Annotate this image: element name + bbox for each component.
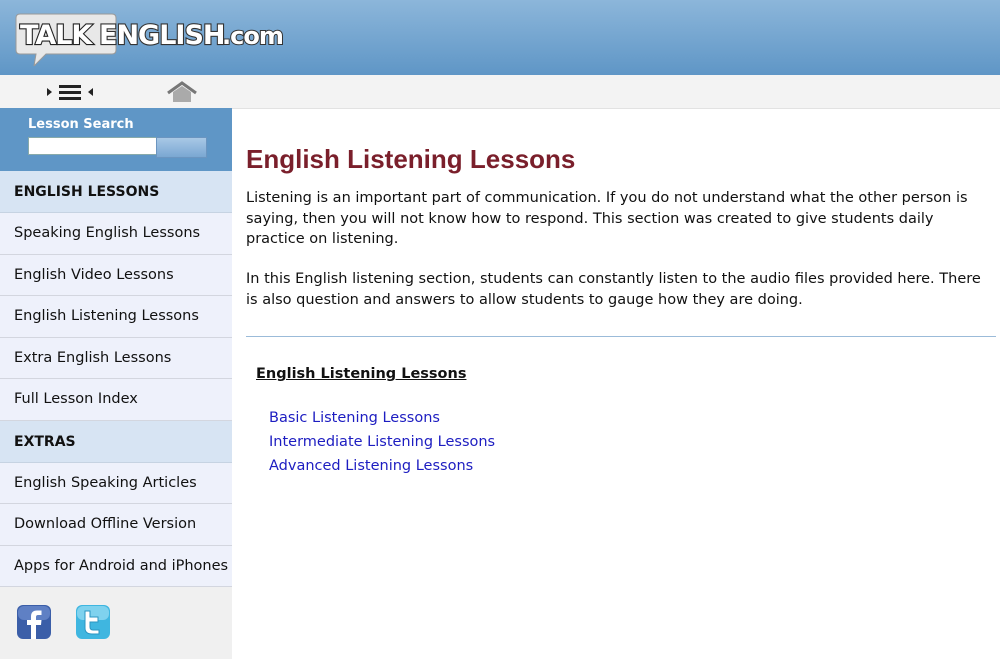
intro-paragraph: Listening is an important part of commun…	[246, 190, 968, 247]
sidebar-header-english-lessons: ENGLISH LESSONS	[0, 171, 232, 213]
description-paragraph: In this English listening section, stude…	[246, 271, 981, 308]
search-label: Lesson Search	[28, 117, 134, 132]
sidebar-item-articles[interactable]: English Speaking Articles	[0, 462, 232, 504]
link-intermediate-listening[interactable]: Intermediate Listening Lessons	[269, 432, 495, 456]
social-links	[0, 590, 232, 659]
section-title: English Listening Lessons	[256, 366, 467, 382]
nav-bar	[0, 75, 1000, 109]
home-icon[interactable]	[166, 81, 198, 103]
menu-arrows-icon[interactable]	[46, 83, 96, 101]
lesson-links: Basic Listening Lessons Intermediate Lis…	[269, 408, 495, 480]
sidebar-item-offline[interactable]: Download Offline Version	[0, 504, 232, 546]
sidebar-item-video[interactable]: English Video Lessons	[0, 254, 232, 296]
sidebar-header-extras: EXTRAS	[0, 420, 232, 463]
search-input[interactable]	[28, 137, 158, 155]
link-advanced-listening[interactable]: Advanced Listening Lessons	[269, 456, 495, 480]
sidebar: Lesson Search ENGLISH LESSONS Speaking E…	[0, 108, 232, 659]
page-title: English Listening Lessons	[246, 144, 576, 174]
sidebar-item-extra[interactable]: Extra English Lessons	[0, 337, 232, 379]
lesson-search: Lesson Search	[0, 108, 232, 171]
sidebar-item-speaking[interactable]: Speaking English Lessons	[0, 213, 232, 255]
sidebar-menu: ENGLISH LESSONS Speaking English Lessons…	[0, 171, 232, 587]
site-logo[interactable]: TALK ENGLISH .com	[12, 10, 302, 66]
facebook-icon[interactable]	[17, 605, 51, 639]
sidebar-item-apps[interactable]: Apps for Android and iPhones	[0, 545, 232, 587]
sidebar-item-listening[interactable]: English Listening Lessons	[0, 296, 232, 338]
link-basic-listening[interactable]: Basic Listening Lessons	[269, 408, 495, 432]
svg-text:TALK: TALK	[20, 20, 93, 51]
svg-text:.com: .com	[222, 22, 283, 50]
site-header: TALK ENGLISH .com	[0, 0, 1000, 75]
sidebar-item-full-index[interactable]: Full Lesson Index	[0, 379, 232, 421]
svg-text:ENGLISH: ENGLISH	[99, 20, 225, 51]
search-button[interactable]	[156, 137, 207, 158]
twitter-icon[interactable]	[76, 605, 110, 639]
divider	[246, 336, 996, 337]
